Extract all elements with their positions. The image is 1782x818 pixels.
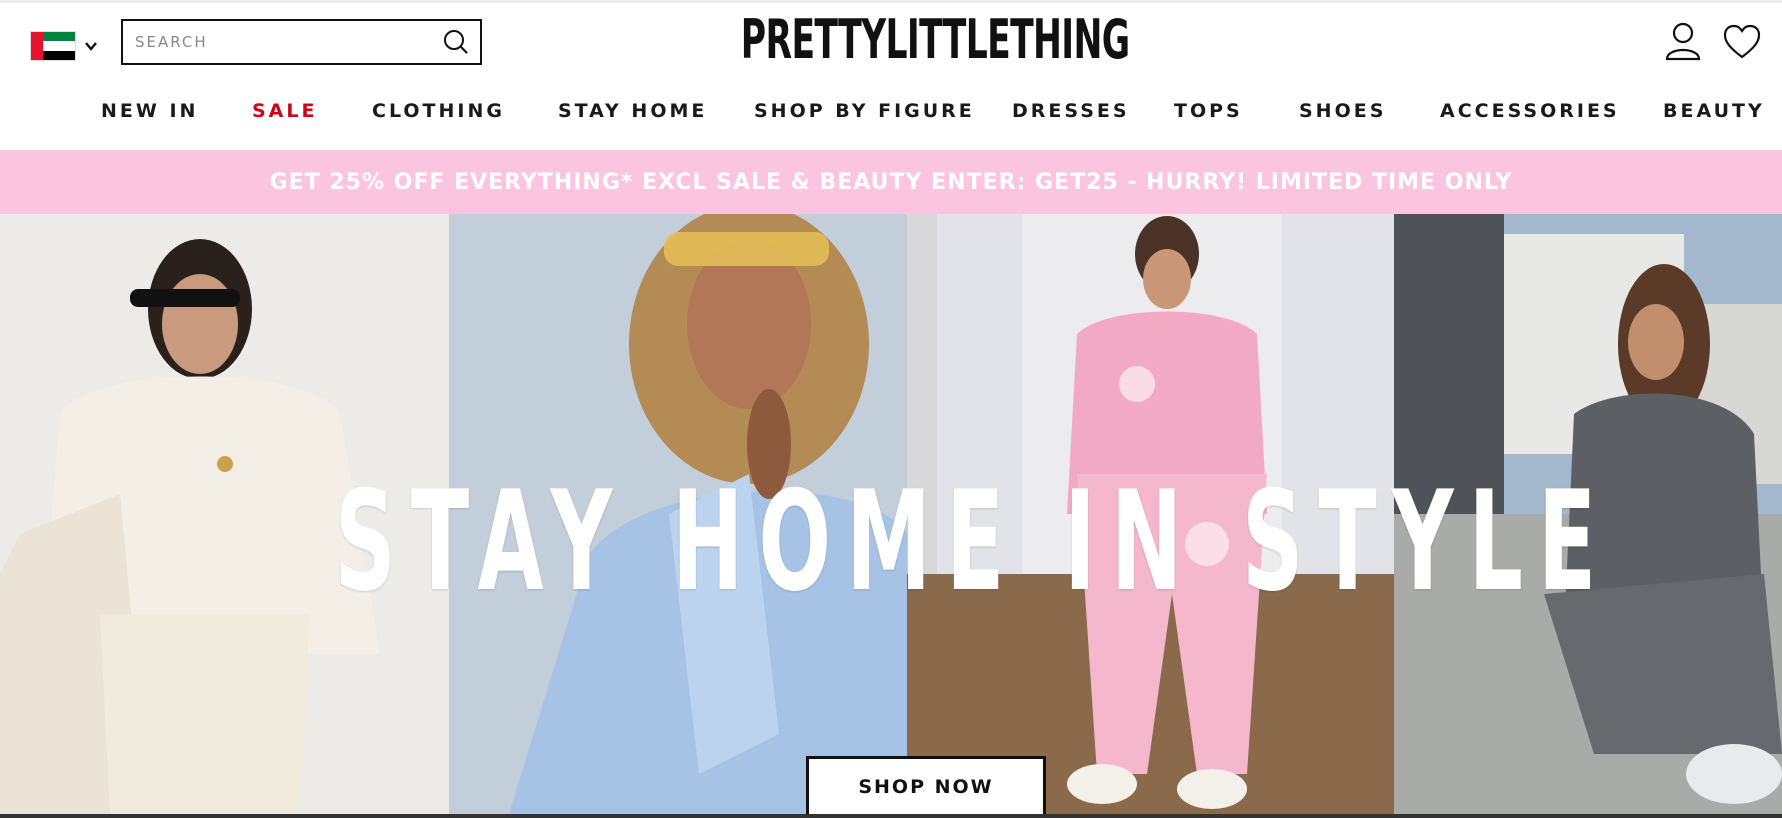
user-icon[interactable]	[1664, 21, 1702, 61]
hero-title: STAY HOME IN STYLE	[334, 461, 1612, 622]
nav-item-shoes[interactable]: SHOES	[1299, 100, 1386, 122]
hero-banner[interactable]: STAY HOME IN STYLE	[0, 214, 1782, 814]
promo-banner[interactable]: GET 25% OFF EVERYTHING* EXCL SALE & BEAU…	[0, 150, 1782, 214]
promo-text: GET 25% OFF EVERYTHING* EXCL SALE & BEAU…	[269, 169, 1513, 195]
nav-item-tops[interactable]: TOPS	[1174, 100, 1243, 122]
heart-icon[interactable]	[1722, 23, 1762, 61]
nav-item-stay-home[interactable]: STAY HOME	[558, 100, 707, 122]
main-nav: NEW IN SALE CLOTHING STAY HOME SHOP BY F…	[0, 92, 1782, 136]
uae-flag-icon	[30, 31, 76, 61]
nav-item-accessories[interactable]: ACCESSORIES	[1440, 100, 1620, 122]
nav-item-clothing[interactable]: CLOTHING	[372, 100, 505, 122]
country-selector[interactable]	[30, 30, 102, 62]
search-box	[121, 19, 482, 65]
search-input[interactable]	[135, 33, 442, 51]
bottom-edge	[0, 814, 1782, 818]
search-icon[interactable]	[442, 28, 470, 56]
nav-item-new-in[interactable]: NEW IN	[101, 100, 198, 122]
shop-now-button[interactable]: SHOP NOW	[806, 756, 1046, 818]
site-logo[interactable]: PRETTYLITTLETHING	[741, 7, 1130, 73]
nav-item-dresses[interactable]: DRESSES	[1012, 100, 1130, 122]
nav-item-beauty[interactable]: BEAUTY	[1663, 100, 1765, 122]
nav-item-shop-by-figure[interactable]: SHOP BY FIGURE	[754, 100, 975, 122]
chevron-down-icon	[85, 42, 97, 51]
site-header: PRETTYLITTLETHING	[0, 3, 1782, 81]
nav-item-sale[interactable]: SALE	[252, 100, 317, 122]
